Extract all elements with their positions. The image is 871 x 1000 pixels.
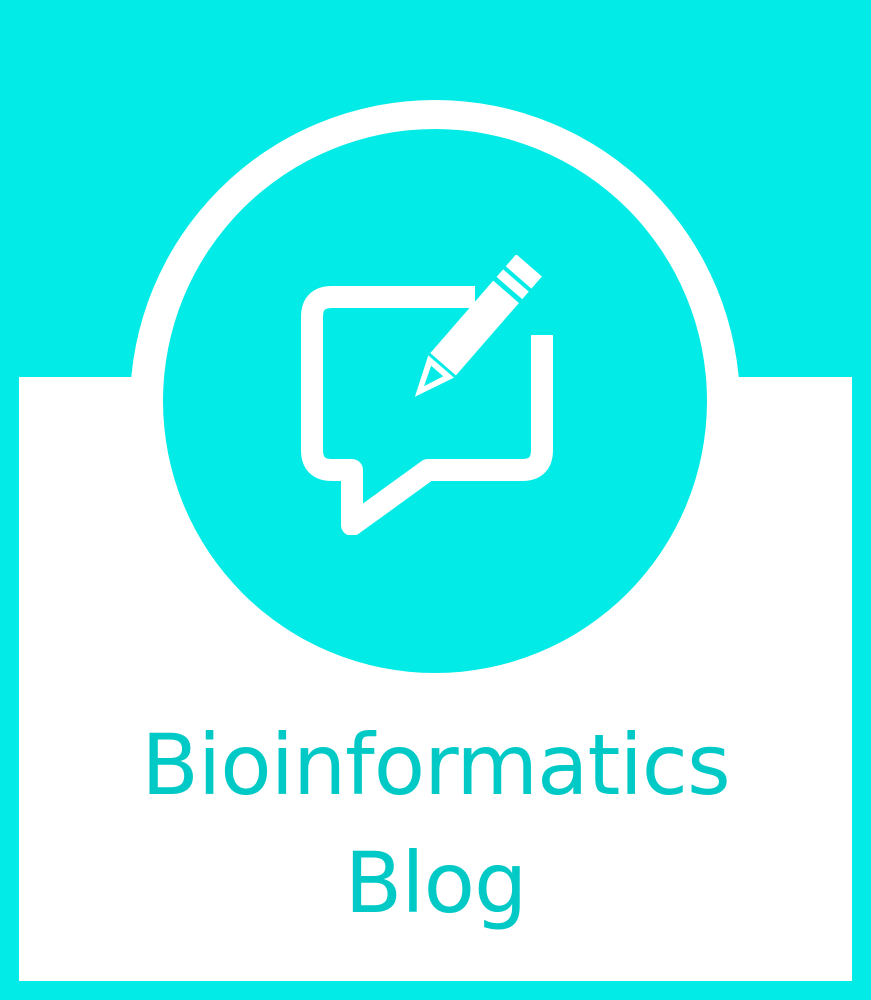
chat-bubble-pencil-icon (301, 255, 553, 535)
blog-title-line-1: Bioinformatics (141, 716, 730, 814)
blog-title-line-2: Blog (344, 834, 528, 932)
badge-canvas: { "title": { "line1": "Bioinformatics", … (0, 0, 871, 1000)
